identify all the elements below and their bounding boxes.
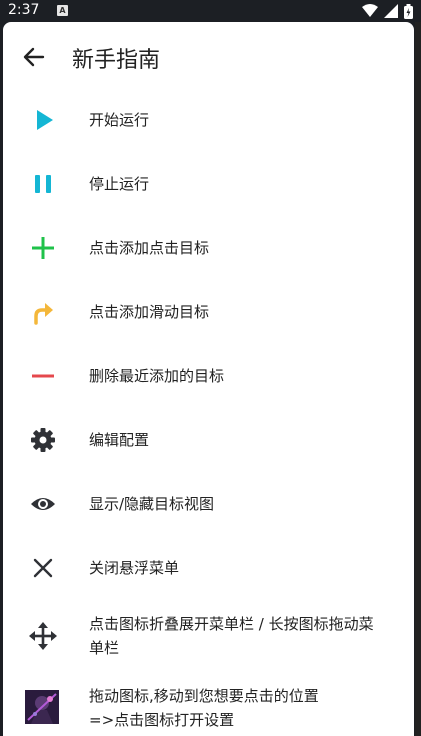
guide-item-add-swipe: 点击添加滑动目标 (3, 282, 414, 342)
window-edge (415, 22, 421, 736)
guide-item-label: 编辑配置 (89, 431, 150, 449)
wifi-icon (362, 4, 378, 17)
guide-item-add-click: 点击添加点击目标 (3, 218, 414, 278)
app-bar: 新手指南 (3, 22, 414, 92)
guide-item-label: 停止运行 (89, 175, 150, 193)
back-button[interactable] (21, 44, 47, 70)
minus-icon (27, 360, 59, 392)
guide-item-edit-config: 编辑配置 (3, 410, 414, 470)
guide-item-label: 点击添加滑动目标 (89, 303, 210, 321)
label-line-1: 拖动图标,移动到您想要点击的位置 (89, 687, 319, 705)
page-title: 新手指南 (72, 48, 161, 73)
pause-icon (27, 168, 59, 200)
guide-panel: 新手指南 开始运行 停止运行 点击添加点击目标 点击添加滑动目标 删除最近添加的… (3, 22, 414, 736)
guide-item-label: 点击图标折叠展开菜单栏 / 长按图标拖动菜 单栏 (89, 612, 409, 660)
label-line-2: =>点击图标打开设置 (89, 711, 235, 729)
plus-icon (27, 232, 59, 264)
status-a-icon: A (57, 5, 68, 16)
label-line-2: 单栏 (89, 639, 120, 657)
guide-item-label: 点击添加点击目标 (89, 239, 210, 257)
guide-item-label: 删除最近添加的目标 (89, 367, 225, 385)
label-line-1: 点击图标折叠展开菜单栏 / 长按图标拖动菜 (89, 615, 374, 633)
guide-item-close-menu: 关闭悬浮菜单 (3, 538, 414, 598)
battery-icon (404, 3, 413, 19)
status-icons (362, 3, 413, 19)
app-avatar-icon (25, 690, 59, 724)
status-bar: 2:37 A (0, 0, 421, 22)
move-icon (27, 620, 59, 652)
close-icon (27, 552, 59, 584)
guide-item-label: 拖动图标,移动到您想要点击的位置 =>点击图标打开设置 (89, 684, 409, 732)
guide-item-start: 开始运行 (3, 90, 414, 150)
guide-item-stop: 停止运行 (3, 154, 414, 214)
guide-item-drag-icon: 拖动图标,移动到您想要点击的位置 =>点击图标打开设置 (3, 678, 414, 736)
swipe-arrow-icon (27, 296, 59, 328)
gear-icon (27, 424, 59, 456)
guide-item-label: 开始运行 (89, 111, 150, 129)
guide-item-label: 关闭悬浮菜单 (89, 559, 180, 577)
back-arrow-icon (23, 47, 45, 67)
guide-item-label: 显示/隐藏目标视图 (89, 495, 215, 513)
signal-icon (384, 4, 398, 18)
guide-item-remove-last: 删除最近添加的目标 (3, 346, 414, 406)
eye-icon (27, 488, 59, 520)
guide-item-collapse-drag: 点击图标折叠展开菜单栏 / 长按图标拖动菜 单栏 (3, 604, 414, 668)
play-icon (27, 104, 59, 136)
status-time: 2:37 (8, 2, 40, 18)
guide-item-toggle-view: 显示/隐藏目标视图 (3, 474, 414, 534)
